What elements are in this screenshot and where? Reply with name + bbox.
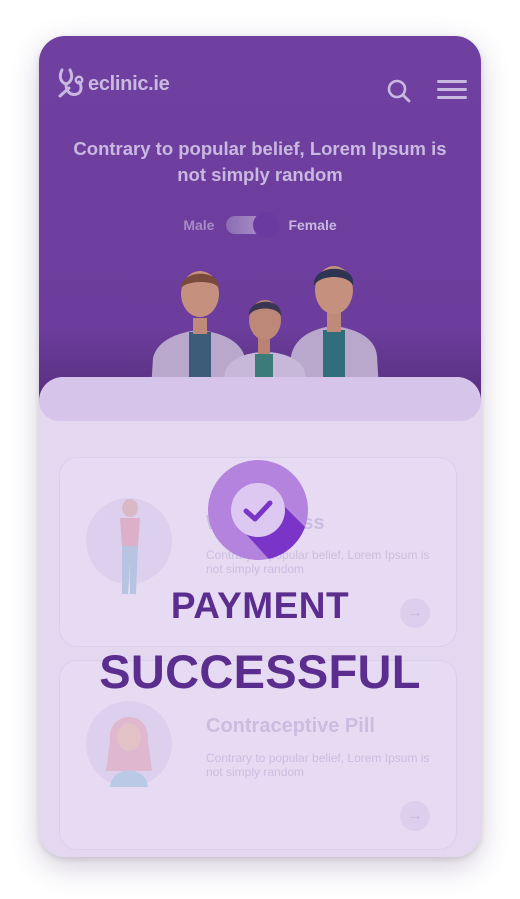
arrow-right-icon[interactable]: →: [400, 801, 430, 831]
phone-screen: eclinic.ie Contrary to popular belief, L…: [39, 36, 481, 857]
service-card-title: Contraceptive Pill: [206, 715, 375, 737]
hamburger-menu-icon[interactable]: [437, 80, 467, 102]
payment-status-line1: PAYMENT: [170, 585, 350, 626]
stethoscope-logo-icon: [58, 68, 84, 98]
hero-headline: Contrary to popular belief, Lorem Ipsum …: [73, 138, 447, 185]
sheet-header-band: [39, 377, 481, 421]
woman-illustration: [120, 499, 140, 594]
logo[interactable]: eclinic.ie: [57, 66, 170, 102]
payment-status-line2: SUCCESSFUL: [99, 645, 421, 698]
gender-switch-knob[interactable]: [253, 212, 280, 238]
logo-text: eclinic.ie: [88, 72, 170, 95]
service-card-description: Contrary to popular belief, Lorem Ipsum …: [206, 751, 430, 779]
service-card-image: [86, 701, 172, 787]
gender-toggle-row: Male Female: [39, 212, 481, 238]
woman-illustration: [106, 716, 152, 787]
gender-female-label[interactable]: Female: [288, 217, 336, 233]
service-card-image: [86, 498, 172, 594]
check-circle-icon: [208, 460, 308, 560]
search-button[interactable]: [386, 78, 412, 104]
hero-section: eclinic.ie Contrary to popular belief, L…: [39, 36, 481, 426]
gender-switch[interactable]: [226, 212, 280, 238]
search-icon: [387, 79, 411, 103]
gender-male-label[interactable]: Male: [183, 217, 214, 233]
